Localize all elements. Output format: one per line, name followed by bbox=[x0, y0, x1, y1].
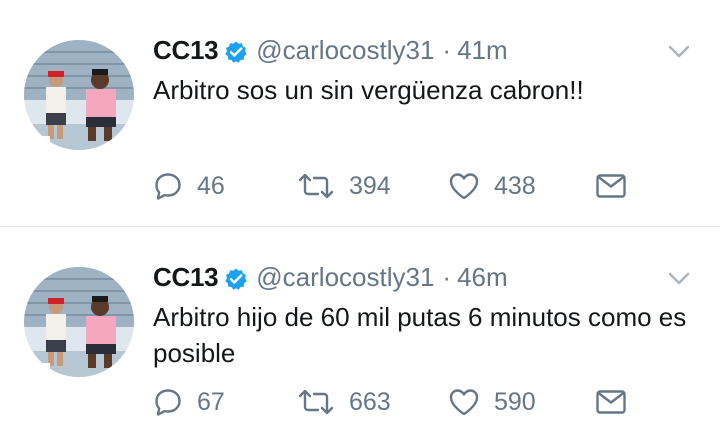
like-count: 438 bbox=[494, 171, 536, 200]
retweet-count: 394 bbox=[349, 171, 391, 200]
retweet-icon bbox=[297, 171, 335, 201]
reply-icon bbox=[153, 171, 183, 201]
verified-badge-icon bbox=[224, 38, 248, 63]
like-button[interactable]: 438 bbox=[448, 169, 536, 203]
chevron-down-icon[interactable] bbox=[668, 271, 690, 287]
direct-message-button[interactable] bbox=[595, 169, 627, 203]
like-button[interactable]: 590 bbox=[448, 385, 536, 419]
retweet-button[interactable]: 663 bbox=[297, 385, 391, 419]
separator: · bbox=[442, 262, 452, 292]
verified-badge-icon bbox=[224, 265, 248, 290]
chevron-down-icon[interactable] bbox=[668, 44, 690, 60]
like-count: 590 bbox=[494, 387, 536, 416]
tweet-header: CC13 @carlocostly31 · 41m bbox=[153, 33, 508, 67]
timestamp[interactable]: 46m bbox=[457, 260, 508, 294]
reply-button[interactable]: 67 bbox=[153, 385, 225, 419]
retweet-icon bbox=[297, 387, 335, 417]
reply-button[interactable]: 46 bbox=[153, 169, 225, 203]
action-bar: 46 394 438 bbox=[153, 169, 633, 203]
display-name[interactable]: CC13 bbox=[153, 260, 219, 294]
tweet-header: CC13 @carlocostly31 · 46m bbox=[153, 260, 508, 294]
action-bar: 67 663 590 bbox=[153, 385, 633, 419]
direct-message-button[interactable] bbox=[595, 385, 627, 419]
handle[interactable]: @carlocostly31 bbox=[256, 260, 434, 294]
avatar[interactable] bbox=[24, 267, 134, 377]
reply-count: 46 bbox=[197, 171, 225, 200]
like-icon bbox=[448, 171, 480, 201]
retweet-count: 663 bbox=[349, 387, 391, 416]
timestamp[interactable]: 41m bbox=[457, 33, 508, 67]
tweet-text: Arbitro hijo de 60 mil putas 6 minutos c… bbox=[153, 302, 687, 368]
handle[interactable]: @carlocostly31 bbox=[256, 33, 434, 67]
separator: · bbox=[442, 35, 452, 65]
reply-icon bbox=[153, 387, 183, 417]
direct-message-icon bbox=[595, 388, 627, 416]
avatar[interactable] bbox=[24, 40, 134, 150]
tweet[interactable]: CC13 @carlocostly31 · 46m Arbitro hijo d… bbox=[0, 227, 720, 442]
like-icon bbox=[448, 387, 480, 417]
display-name[interactable]: CC13 bbox=[153, 33, 219, 67]
reply-count: 67 bbox=[197, 387, 225, 416]
tweet[interactable]: CC13 @carlocostly31 · 41m Arbitro sos un… bbox=[0, 0, 720, 226]
direct-message-icon bbox=[595, 172, 627, 200]
tweet-text: Arbitro sos un sin vergüenza cabron!! bbox=[153, 75, 584, 105]
retweet-button[interactable]: 394 bbox=[297, 169, 391, 203]
